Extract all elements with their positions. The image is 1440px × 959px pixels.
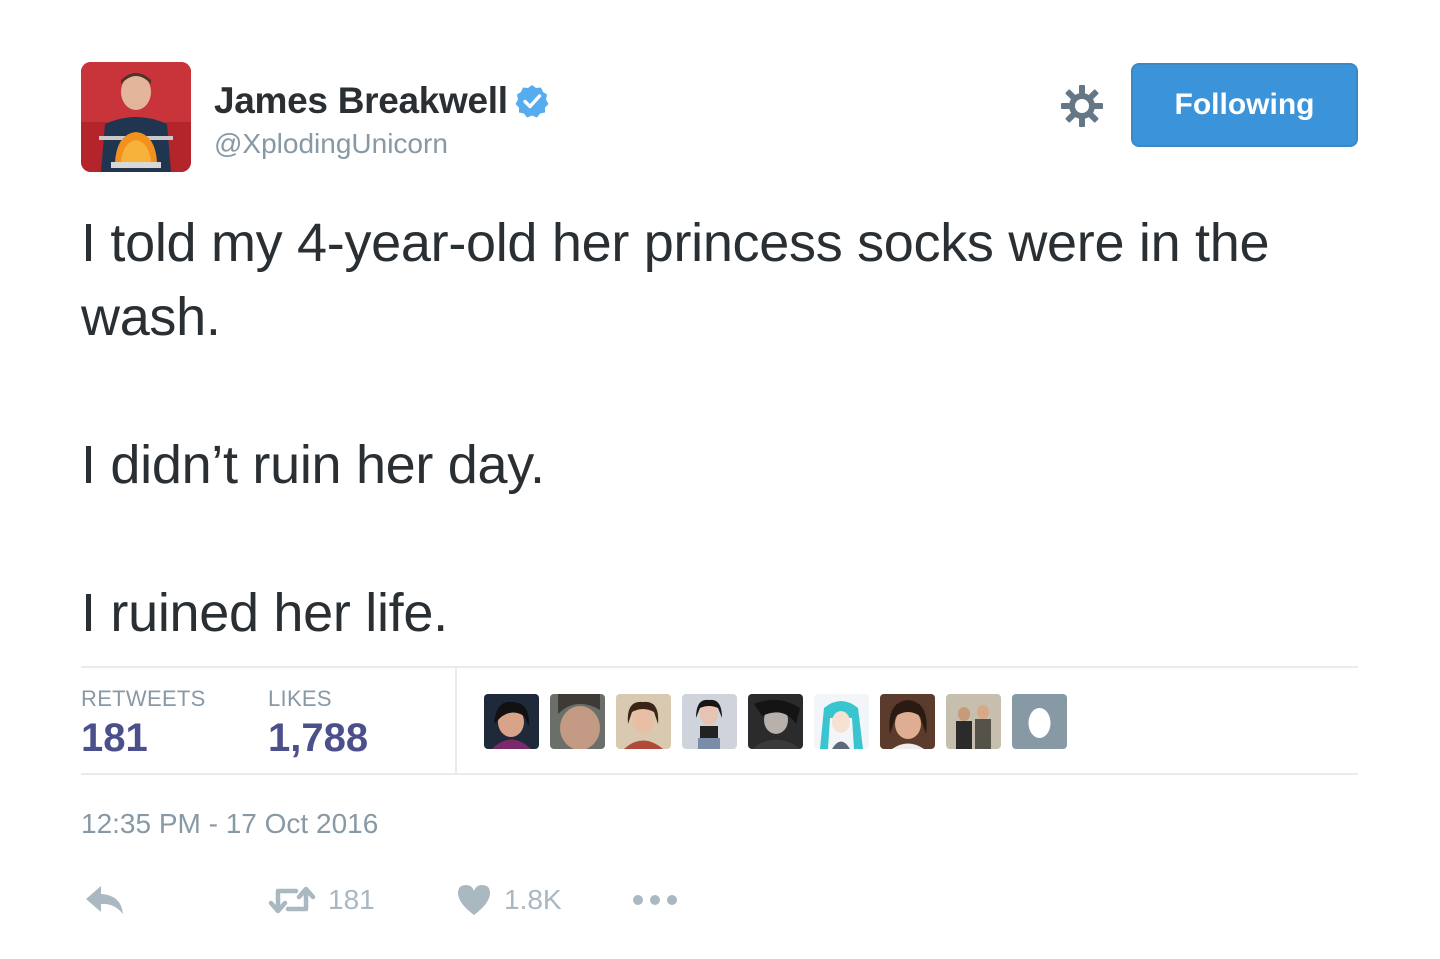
liker-avatars (484, 694, 1067, 749)
retweet-button[interactable]: 181 (268, 878, 375, 922)
liker-avatar[interactable] (616, 694, 671, 749)
user-handle[interactable]: @XplodingUnicorn (214, 128, 448, 160)
tweet-paragraph: I didn’t ruin her day. (81, 435, 545, 495)
likes-count[interactable]: 1,788 (268, 716, 368, 761)
liker-avatar[interactable] (484, 694, 539, 749)
like-button[interactable]: 1.8K (456, 878, 562, 922)
heart-icon (458, 885, 490, 915)
divider (81, 666, 1358, 668)
display-name[interactable]: James Breakwell (214, 80, 508, 122)
retweets-count[interactable]: 181 (81, 716, 148, 761)
user-name-row[interactable]: James Breakwell (214, 80, 550, 122)
tweet-card: James Breakwell @XplodingUnicorn Followi… (0, 0, 1440, 959)
liker-avatar[interactable] (880, 694, 935, 749)
liker-avatar[interactable] (682, 694, 737, 749)
tweet-timestamp[interactable]: 12:35 PM - 17 Oct 2016 (81, 808, 378, 840)
retweets-label: RETWEETS (81, 686, 206, 711)
likes-label: LIKES (268, 686, 332, 711)
avatar[interactable] (81, 62, 191, 172)
tweet-paragraph: I ruined her life. (81, 583, 448, 643)
reply-icon (86, 886, 123, 914)
following-button[interactable]: Following (1131, 63, 1358, 147)
tweet-paragraph: I told my 4-year-old her princess socks … (81, 213, 1270, 347)
liker-avatar[interactable] (1012, 694, 1067, 749)
retweet-count: 181 (328, 884, 375, 915)
liker-avatar[interactable] (550, 694, 605, 749)
gear-icon[interactable] (1058, 82, 1106, 130)
reply-button[interactable] (84, 878, 126, 922)
more-button[interactable] (632, 878, 678, 922)
liker-avatar[interactable] (748, 694, 803, 749)
retweet-icon (268, 886, 316, 914)
like-count: 1.8K (504, 884, 562, 915)
stats-divider (455, 668, 457, 774)
liker-avatar[interactable] (946, 694, 1001, 749)
more-icon (633, 895, 677, 905)
divider (81, 773, 1358, 775)
liker-avatar[interactable] (814, 694, 869, 749)
tweet-text: I told my 4-year-old her princess socks … (81, 206, 1361, 650)
verified-badge-icon (514, 83, 550, 119)
